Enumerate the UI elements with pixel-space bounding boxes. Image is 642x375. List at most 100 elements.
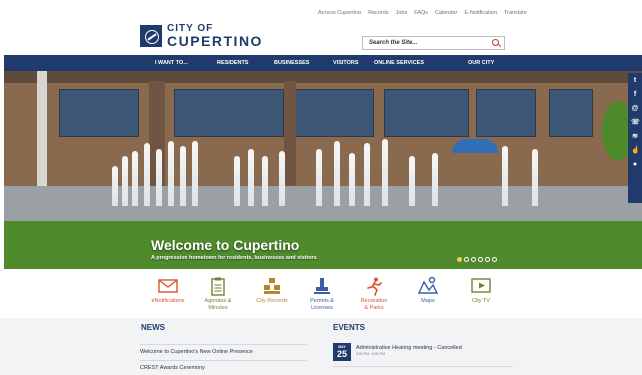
slide-dot[interactable] — [485, 257, 490, 262]
event-time: 5:00 PM - 6:00 PM — [356, 352, 386, 356]
quick-link-recreation-parks[interactable]: Recreation & Parks — [346, 276, 402, 311]
quick-link-city-records[interactable]: City Records — [244, 276, 300, 305]
hero-photo-fountain-jet — [234, 156, 240, 206]
hero-photo-fountain-jet — [192, 141, 198, 206]
quick-link-maps[interactable]: Maps — [400, 276, 456, 305]
hero-photo-fountain-jet — [180, 146, 186, 206]
hero-photo-roofline — [4, 71, 642, 83]
hero-photo-window — [174, 89, 284, 137]
utility-link-access-cupertino[interactable]: Access Cupertino — [318, 10, 361, 20]
hero-photo-window — [384, 89, 469, 137]
news-events-section — [0, 318, 642, 375]
slide-dot[interactable] — [457, 257, 462, 262]
search-placeholder: Search the Site... — [369, 40, 418, 46]
hero-photo-fountain-jet — [112, 166, 118, 206]
hero-photo-umbrella — [452, 139, 498, 153]
quick-link-label: City Records — [256, 298, 288, 304]
hero-photo-fountain-jet — [364, 143, 370, 206]
hero-photo-pillar — [37, 71, 47, 201]
hero-title: Welcome to Cupertino — [151, 237, 300, 253]
quick-link-label: Minutes — [208, 304, 228, 311]
slide-indicator — [457, 257, 497, 262]
quick-link-label: & Parks — [364, 304, 384, 311]
pin-icon[interactable]: ● — [631, 161, 639, 169]
nav-visitors[interactable]: VISITORS — [333, 55, 359, 71]
quick-link-label: Licenses — [311, 304, 333, 311]
hero-photo-fountain-jet — [409, 156, 415, 206]
hero-photo-fountain-jet — [262, 156, 268, 206]
social-sidebar: t f @ ☏ ≋ ☝ ● — [628, 73, 642, 203]
utility-link-enotification[interactable]: E-Notification — [464, 10, 497, 20]
slide-dot[interactable] — [464, 257, 469, 262]
records-icon — [264, 278, 280, 294]
map-icon — [417, 276, 439, 294]
hero-photo-fountain-jet — [144, 143, 150, 206]
hero-photo-fountain-jet — [156, 149, 162, 206]
event-day: 25 — [336, 349, 347, 359]
twitter-icon[interactable]: t — [631, 77, 639, 85]
search-icon[interactable] — [492, 39, 499, 46]
hero-photo-fountain-jet — [432, 153, 438, 206]
thumbs-up-icon[interactable]: ☝ — [631, 147, 640, 155]
utility-link-jobs[interactable]: Jobs — [396, 10, 408, 20]
quick-link-label: Maps — [421, 298, 435, 304]
news-heading: NEWS — [141, 323, 165, 332]
nav-online-services[interactable]: ONLINE SERVICES — [374, 55, 424, 71]
hero-photo-lawn — [4, 221, 642, 269]
hero-photo-window — [549, 89, 593, 137]
quick-link-permits-licenses[interactable]: Permits & Licenses — [294, 276, 350, 311]
hero-photo-fountain-jet — [279, 151, 285, 206]
slide-dot[interactable] — [471, 257, 476, 262]
hero-photo-fountain-jet — [502, 146, 508, 206]
hero-photo-fountain-jet — [382, 139, 388, 206]
quick-link-city-tv[interactable]: City TV — [453, 276, 509, 305]
quick-link-enotifications[interactable]: eNotifications — [140, 276, 196, 305]
runner-icon — [367, 277, 382, 296]
quick-links: eNotifications Agendas & Minutes City Re… — [140, 276, 510, 316]
news-item[interactable]: Welcome to Cupertino's New Online Presen… — [140, 349, 307, 355]
quick-link-agendas-minutes[interactable]: Agendas & Minutes — [190, 276, 246, 311]
nav-businesses[interactable]: BUSINESSES — [274, 55, 309, 71]
hero-banner: Welcome to Cupertino A progressive homet… — [4, 71, 642, 269]
tv-icon — [471, 278, 491, 293]
email-icon[interactable]: @ — [631, 105, 639, 113]
news-item[interactable]: CREST Awards Ceremony — [140, 365, 307, 371]
nav-i-want-to[interactable]: I WANT TO... — [155, 55, 188, 71]
quick-link-label: City TV — [472, 298, 490, 304]
hero-photo-fountain-jet — [334, 141, 340, 206]
hero-photo-fountain-jet — [168, 141, 174, 206]
utility-links: Access Cupertino Records Jobs FAQs Calen… — [318, 10, 527, 20]
search-input[interactable]: Search the Site... — [362, 36, 505, 50]
main-nav: I WANT TO... RESIDENTS BUSINESSES VISITO… — [4, 55, 642, 71]
slide-dot[interactable] — [478, 257, 483, 262]
hero-photo-column — [284, 81, 296, 191]
nav-our-city[interactable]: OUR CITY — [468, 55, 494, 71]
event-title[interactable]: Administrative Hearing meeting - Cancell… — [356, 345, 462, 351]
phone-icon[interactable]: ☏ — [631, 119, 640, 127]
hero-photo-window — [59, 89, 139, 137]
hero-photo-fountain-jet — [122, 156, 128, 206]
hero-photo-fountain-jet — [532, 149, 538, 206]
utility-link-translate[interactable]: Translate — [504, 10, 527, 20]
rss-icon[interactable]: ≋ — [631, 133, 639, 141]
city-seal-icon — [140, 25, 162, 47]
stamp-icon — [314, 278, 330, 294]
clipboard-icon — [211, 277, 225, 296]
slide-dot[interactable] — [492, 257, 497, 262]
utility-link-records[interactable]: Records — [368, 10, 388, 20]
divider — [140, 360, 307, 361]
hero-photo-window — [289, 89, 374, 137]
event-date-badge: MAY 25 — [333, 343, 351, 361]
hero-photo-window — [476, 89, 536, 137]
divider — [140, 344, 307, 345]
nav-residents[interactable]: RESIDENTS — [217, 55, 248, 71]
divider — [333, 366, 513, 367]
hero-photo-fountain-jet — [132, 151, 138, 206]
logo-wordmark: CITY OF CUPERTINO — [167, 24, 263, 49]
hero-photo-fountain-jet — [349, 153, 355, 206]
facebook-icon[interactable]: f — [631, 91, 639, 99]
utility-link-calendar[interactable]: Calendar — [435, 10, 457, 20]
utility-link-faqs[interactable]: FAQs — [414, 10, 428, 20]
city-logo[interactable]: CITY OF CUPERTINO — [140, 24, 263, 48]
envelope-icon — [158, 279, 178, 293]
